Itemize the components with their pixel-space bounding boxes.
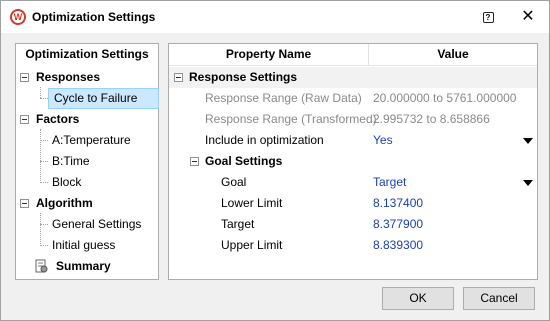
- collapse-responses-icon[interactable]: [20, 73, 29, 82]
- lower-limit-field[interactable]: 8.137400: [373, 193, 423, 214]
- property-row-include-in-optimization[interactable]: Include in optimization Yes: [169, 130, 537, 151]
- property-name: Upper Limit: [221, 238, 283, 252]
- tree-connector: [40, 245, 48, 246]
- tree-connector: [40, 224, 48, 225]
- category-goal-settings[interactable]: Goal Settings: [169, 151, 537, 172]
- tree-connector: [40, 182, 48, 183]
- property-grid: Property Name Value Response Settings Re…: [168, 43, 538, 280]
- property-row-lower-limit[interactable]: Lower Limit 8.137400: [169, 193, 537, 214]
- dropdown-arrow-icon[interactable]: [523, 180, 533, 186]
- cancel-button[interactable]: Cancel: [463, 287, 535, 310]
- tree-item-initial-guess[interactable]: Initial guess: [52, 235, 115, 255]
- category-label: Response Settings: [189, 70, 298, 84]
- tree-item-general-settings[interactable]: General Settings: [52, 214, 141, 234]
- property-name: Include in optimization: [205, 133, 324, 147]
- property-value: 2.995732 to 8.658866: [373, 112, 490, 126]
- app-logo-icon: W: [10, 9, 26, 25]
- window-title: Optimization Settings: [32, 10, 156, 24]
- goal-dropdown[interactable]: Target: [373, 172, 406, 193]
- tree-group-factors[interactable]: Factors: [36, 109, 79, 129]
- help-button[interactable]: ?: [479, 8, 497, 26]
- summary-icon: [35, 259, 48, 273]
- property-row-upper-limit[interactable]: Upper Limit 8.839300: [169, 235, 537, 256]
- property-name: Response Range (Raw Data): [205, 91, 362, 105]
- ok-button[interactable]: OK: [382, 287, 454, 310]
- tree-item-temperature[interactable]: A:Temperature: [52, 130, 131, 150]
- property-name: Lower Limit: [221, 196, 283, 210]
- property-value: 20.000000 to 5761.000000: [373, 91, 517, 105]
- dropdown-arrow-icon[interactable]: [523, 138, 533, 144]
- category-label: Goal Settings: [205, 154, 283, 168]
- tree-group-responses[interactable]: Responses: [36, 67, 100, 87]
- column-header-value[interactable]: Value: [369, 44, 537, 66]
- upper-limit-field[interactable]: 8.839300: [373, 235, 423, 256]
- collapse-response-settings-icon[interactable]: [174, 73, 183, 82]
- optimization-settings-dialog: W Optimization Settings ? ✕ Optimization…: [0, 0, 550, 321]
- property-name: Response Range (Transformed): [205, 112, 377, 126]
- title-bar: W Optimization Settings ? ✕: [1, 1, 549, 33]
- include-in-optimization-dropdown[interactable]: Yes: [373, 130, 393, 151]
- tree-header: Optimization Settings: [25, 47, 149, 61]
- collapse-algorithm-icon[interactable]: [20, 199, 29, 208]
- collapse-factors-icon[interactable]: [20, 115, 29, 124]
- tree-item-block[interactable]: Block: [52, 172, 81, 192]
- tree-connector: [40, 129, 41, 183]
- category-response-settings[interactable]: Response Settings: [169, 67, 537, 88]
- property-row[interactable]: Response Range (Transformed) 2.995732 to…: [169, 109, 537, 130]
- target-field[interactable]: 8.377900: [373, 214, 423, 235]
- property-name: Goal: [221, 175, 247, 189]
- tree-connector: [40, 161, 48, 162]
- settings-tree-panel: Optimization Settings Responses Cycle to…: [15, 43, 159, 280]
- tree-connector: [40, 87, 41, 98]
- tree-connector: [40, 140, 48, 141]
- property-name: Target: [221, 217, 255, 231]
- property-row-target[interactable]: Target 8.377900: [169, 214, 537, 235]
- tree-item-cycle-to-failure[interactable]: Cycle to Failure: [48, 88, 159, 109]
- tree-group-algorithm[interactable]: Algorithm: [36, 193, 93, 213]
- column-header-property-name[interactable]: Property Name: [169, 44, 368, 66]
- help-icon: ?: [482, 11, 494, 23]
- tree-connector: [40, 98, 48, 99]
- tree-item-time[interactable]: B:Time: [52, 151, 90, 171]
- close-icon[interactable]: ✕: [519, 8, 537, 26]
- property-row[interactable]: Response Range (Raw Data) 20.000000 to 5…: [169, 88, 537, 109]
- tree-item-summary[interactable]: Summary: [56, 256, 111, 276]
- property-row-goal[interactable]: Goal Target: [169, 172, 537, 193]
- tree-connector: [40, 213, 41, 246]
- collapse-goal-settings-icon[interactable]: [190, 157, 199, 166]
